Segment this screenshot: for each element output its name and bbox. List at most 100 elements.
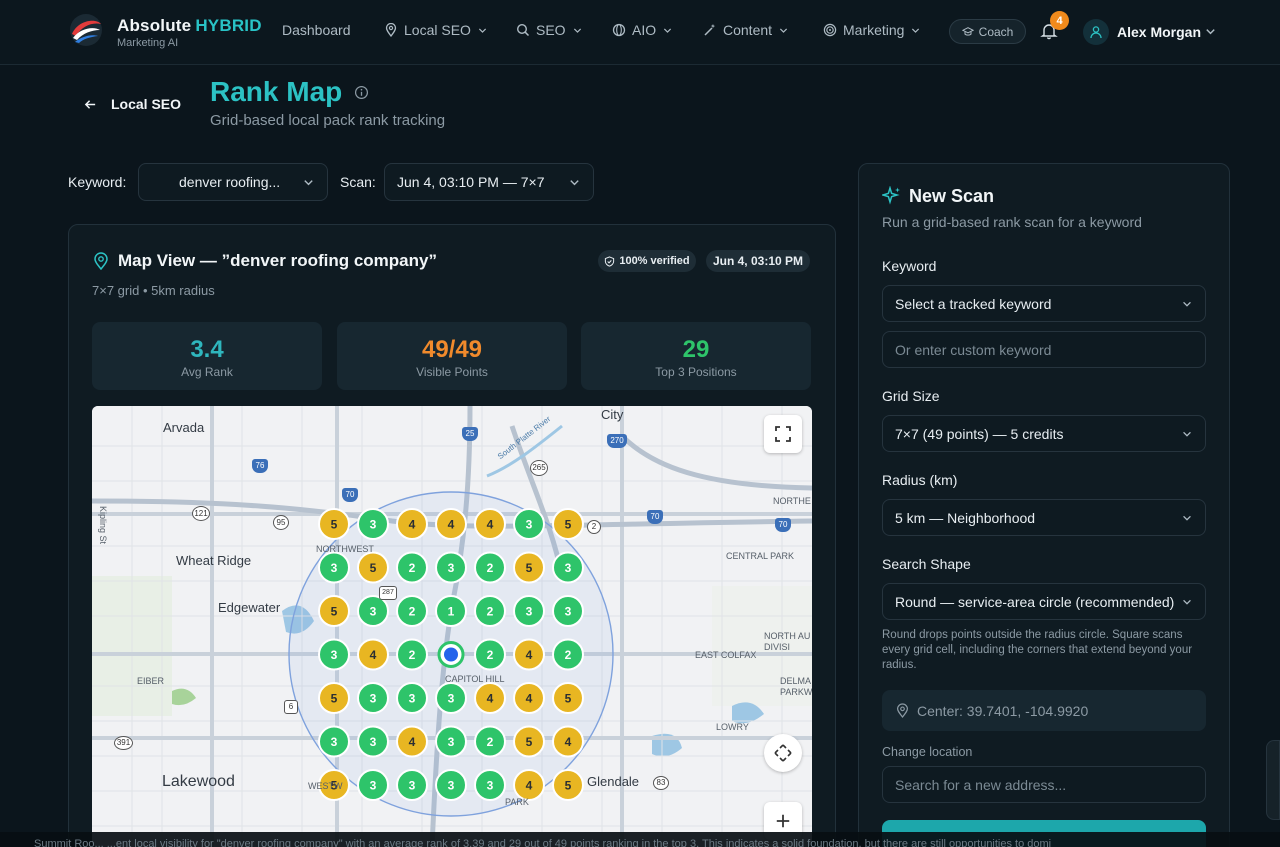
- grid-rank-label: 3: [565, 605, 572, 619]
- grid-rank-marker[interactable]: 3: [552, 551, 584, 584]
- grid-rank-marker[interactable]: 4: [435, 508, 467, 540]
- route-shield: 76: [252, 459, 268, 473]
- grid-rank-marker[interactable]: 2: [396, 551, 428, 584]
- grid-rank-label: 5: [331, 605, 338, 619]
- grid-rank-marker[interactable]: 5: [552, 769, 584, 801]
- grid-rank-marker[interactable]: 4: [513, 682, 545, 714]
- nav-local-seo[interactable]: Local SEO: [384, 22, 488, 38]
- grid-rank-marker[interactable]: 3: [318, 638, 350, 671]
- grid-rank-label: 3: [331, 648, 338, 662]
- grid-rank-marker[interactable]: 3: [357, 595, 389, 627]
- nav-content[interactable]: Content: [703, 22, 789, 38]
- nav-aio[interactable]: AIO: [612, 22, 673, 38]
- side-drawer-handle[interactable]: [1266, 740, 1280, 820]
- grid-rank-marker[interactable]: 4: [396, 725, 428, 758]
- nav-dashboard[interactable]: Dashboard: [282, 22, 351, 38]
- grid-rank-marker[interactable]: 4: [357, 638, 389, 671]
- grid-rank-marker[interactable]: 3: [435, 769, 467, 801]
- page-subtitle: Grid-based local pack rank tracking: [210, 112, 446, 129]
- grid-rank-marker[interactable]: 2: [474, 595, 506, 627]
- grid-rank-marker[interactable]: 3: [396, 769, 428, 801]
- grid-rank-marker[interactable]: 5: [552, 682, 584, 714]
- grid-rank-marker[interactable]: 2: [474, 725, 506, 758]
- grid-rank-marker[interactable]: 3: [357, 508, 389, 540]
- grid-rank-marker[interactable]: 3: [435, 682, 467, 714]
- grid-rank-marker[interactable]: [437, 641, 465, 668]
- grid-rank-marker[interactable]: 5: [513, 551, 545, 584]
- grid-rank-marker[interactable]: 5: [552, 508, 584, 540]
- grid-rank-marker[interactable]: 2: [474, 638, 506, 671]
- grid-rank-marker[interactable]: 4: [552, 725, 584, 758]
- keyword-filter-label: Keyword:: [68, 174, 127, 190]
- user-icon: [1090, 26, 1102, 39]
- grid-rank-marker[interactable]: 4: [513, 769, 545, 801]
- grid-rank-marker[interactable]: 2: [552, 638, 584, 671]
- info-icon[interactable]: [354, 85, 369, 100]
- search-shape-select[interactable]: Round — service-area circle (recommended…: [882, 583, 1206, 620]
- fullscreen-button[interactable]: [764, 415, 802, 453]
- grid-rank-marker[interactable]: 5: [513, 725, 545, 758]
- new-scan-subtitle: Run a grid-based rank scan for a keyword: [882, 214, 1142, 230]
- grid-rank-label: 3: [370, 692, 377, 706]
- grid-rank-marker[interactable]: 3: [357, 725, 389, 758]
- scan-filter-select[interactable]: Jun 4, 03:10 PM — 7×7: [384, 163, 594, 201]
- grid-rank-label: 2: [487, 605, 494, 619]
- grid-rank-marker[interactable]: 4: [396, 508, 428, 540]
- grid-rank-marker[interactable]: 3: [474, 769, 506, 801]
- grid-rank-marker[interactable]: 2: [396, 638, 428, 671]
- grid-rank-marker[interactable]: 3: [396, 682, 428, 714]
- stat-label: Visible Points: [416, 365, 488, 379]
- grid-rank-marker[interactable]: 5: [318, 595, 350, 627]
- grid-rank-marker[interactable]: 3: [318, 551, 350, 584]
- globe-icon: [612, 23, 626, 37]
- grid-rank-marker[interactable]: 5: [357, 551, 389, 584]
- route-shield: 70: [775, 518, 791, 532]
- nav-seo[interactable]: SEO: [516, 22, 583, 38]
- grid-rank-marker[interactable]: 3: [435, 725, 467, 758]
- grid-rank-marker[interactable]: 4: [474, 508, 506, 540]
- grid-rank-marker[interactable]: 5: [318, 508, 350, 540]
- place-label: WESTW: [308, 781, 343, 791]
- sparkles-icon: [882, 186, 900, 205]
- user-name[interactable]: Alex Morgan: [1117, 24, 1201, 40]
- grid-rank-marker[interactable]: 3: [513, 595, 545, 627]
- chevron-down-icon: [573, 28, 581, 33]
- avatar[interactable]: [1083, 19, 1109, 45]
- recenter-button[interactable]: [764, 734, 802, 772]
- grid-rank-marker[interactable]: 3: [318, 725, 350, 758]
- grid-rank-label: 3: [370, 779, 377, 793]
- brand-logo-icon[interactable]: [68, 12, 104, 48]
- grid-rank-marker[interactable]: 2: [396, 595, 428, 627]
- grid-rank-label: 5: [526, 735, 533, 749]
- keyword-filter-select[interactable]: denver roofing...: [138, 163, 328, 201]
- place-label: EAST COLFAX: [695, 650, 757, 660]
- chevron-down-icon: [1183, 599, 1191, 605]
- back-link[interactable]: Local SEO: [84, 96, 181, 112]
- grid-rank-marker[interactable]: 3: [435, 551, 467, 584]
- tracked-keyword-select[interactable]: Select a tracked keyword: [882, 285, 1206, 322]
- fullscreen-icon: [775, 426, 791, 442]
- chevron-down-icon[interactable]: [1204, 25, 1217, 38]
- grid-rank-marker[interactable]: 3: [513, 508, 545, 540]
- grid-rank-marker[interactable]: 4: [474, 682, 506, 714]
- chevron-down-icon: [478, 28, 486, 33]
- custom-keyword-input[interactable]: Or enter custom keyword: [882, 331, 1206, 368]
- grid-rank-label: 3: [448, 561, 455, 575]
- place-label: NORTH AU DIVISI: [764, 631, 811, 652]
- nav-marketing[interactable]: Marketing: [823, 22, 921, 38]
- address-search-input[interactable]: Search for a new address...: [882, 766, 1206, 803]
- radius-select[interactable]: 5 km — Neighborhood: [882, 499, 1206, 536]
- route-shield: 270: [607, 434, 627, 448]
- grid-rank-label: 3: [487, 779, 494, 793]
- grid-rank-marker[interactable]: 5: [318, 682, 350, 714]
- grid-size-select[interactable]: 7×7 (49 points) — 5 credits: [882, 415, 1206, 452]
- grid-rank-marker[interactable]: 3: [357, 769, 389, 801]
- grid-rank-marker[interactable]: 3: [357, 682, 389, 714]
- rank-map[interactable]: 5344435352325353212333422425333445334325…: [92, 406, 812, 847]
- grid-rank-marker[interactable]: 3: [552, 595, 584, 627]
- grid-rank-marker[interactable]: 2: [474, 551, 506, 584]
- coach-button[interactable]: Coach: [949, 19, 1026, 44]
- grid-rank-marker[interactable]: 1: [435, 595, 467, 627]
- grid-rank-marker[interactable]: 4: [513, 638, 545, 671]
- map-pin-icon: [385, 23, 397, 37]
